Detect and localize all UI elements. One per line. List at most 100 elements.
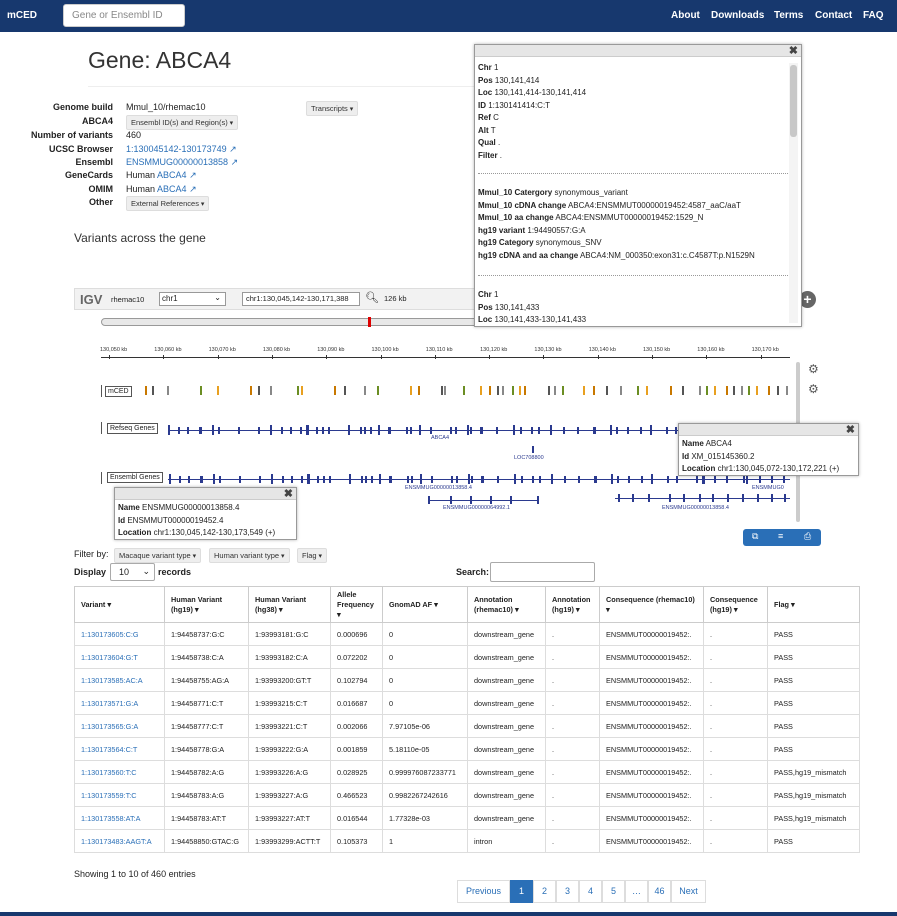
page-length-select[interactable]: 10 ⌄ <box>110 563 155 581</box>
variant-mark[interactable] <box>418 386 420 395</box>
brand-logo[interactable]: mCED <box>7 10 37 21</box>
page-button[interactable]: 1 <box>510 880 533 903</box>
variant-mark[interactable] <box>682 386 684 395</box>
variant-mark[interactable] <box>786 386 788 395</box>
variant-link[interactable]: 1:130173565:G:A <box>74 714 165 738</box>
popup-scrollbar[interactable] <box>789 63 798 323</box>
popup-scroll-thumb[interactable] <box>790 65 797 137</box>
variant-link[interactable]: 1:130173571:G:A <box>74 691 165 715</box>
variant-mark[interactable] <box>524 386 526 395</box>
previous-button[interactable]: Previous <box>457 880 510 903</box>
genecards-link[interactable]: ABCA4 <box>157 170 187 180</box>
variant-mark[interactable] <box>741 386 743 395</box>
variant-mark[interactable] <box>768 386 770 395</box>
variant-mark[interactable] <box>502 386 504 395</box>
variant-mark[interactable] <box>562 386 564 395</box>
variant-mark[interactable] <box>620 386 622 395</box>
variant-mark[interactable] <box>748 386 750 395</box>
variant-mark[interactable] <box>606 386 608 395</box>
table-row[interactable]: 1:130173558:AT:A 1:94458783:AT:T 1:9399322… <box>74 806 860 830</box>
variant-mark[interactable] <box>777 386 779 395</box>
variant-mark[interactable] <box>548 386 550 395</box>
column-header[interactable]: Annotation (rhemac10) ▾ <box>467 586 546 623</box>
variant-mark[interactable] <box>706 386 708 395</box>
table-row[interactable]: 1:130173565:G:A 1:94458777:C:T 1:93993221:… <box>74 714 860 738</box>
variant-popup[interactable]: ✖ Chr 1 Pos 130,141,414 Loc 130,141,414-13… <box>474 44 802 327</box>
gear-icon[interactable]: ⚙ <box>808 382 819 396</box>
gene-search-input[interactable]: Gene or Ensembl ID <box>63 4 185 27</box>
close-icon[interactable]: ✖ <box>846 423 855 436</box>
variant-mark[interactable] <box>646 386 648 395</box>
variant-link[interactable]: 1:130173605:C:G <box>74 622 165 646</box>
human-variant-filter[interactable]: Human variant type <box>209 548 290 563</box>
variant-link[interactable]: 1:130173564:C:T <box>74 737 165 761</box>
transcripts-dropdown[interactable]: Transcripts <box>306 101 359 116</box>
variant-mark[interactable] <box>250 386 252 395</box>
external-references-dropdown[interactable]: External References <box>126 196 210 211</box>
nav-faq-link[interactable]: FAQ <box>863 10 884 21</box>
variant-mark[interactable] <box>583 386 585 395</box>
variant-link[interactable]: 1:130173604:G:T <box>74 645 165 669</box>
variant-mark[interactable] <box>301 386 303 395</box>
variant-mark[interactable] <box>593 386 595 395</box>
variant-mark[interactable] <box>670 386 672 395</box>
column-header[interactable]: Flag ▾ <box>767 586 860 623</box>
search-icon[interactable]: 🔍︎ <box>365 291 379 304</box>
variant-mark[interactable] <box>334 386 336 395</box>
variant-mark[interactable] <box>297 386 299 395</box>
variant-link[interactable]: 1:130173559:T:C <box>74 783 165 807</box>
nav-contact-link[interactable]: Contact <box>815 10 852 21</box>
next-button[interactable]: Next <box>671 880 706 903</box>
column-header[interactable]: Allele Frequency ▾ <box>330 586 383 623</box>
gear-icon[interactable]: ⚙ <box>808 362 819 376</box>
variant-mark[interactable] <box>756 386 758 395</box>
table-row[interactable]: 1:130173604:G:T 1:94458738:C:A 1:93993182:… <box>74 645 860 669</box>
column-header[interactable]: Annotation (hg19) ▾ <box>545 586 600 623</box>
table-row[interactable]: 1:130173559:T:C 1:94458783:A:G 1:93993227:… <box>74 783 860 807</box>
nav-terms-link[interactable]: Terms <box>774 10 803 21</box>
gene-label-abca4[interactable]: ABCA4 <box>431 435 449 441</box>
variant-mark[interactable] <box>344 386 346 395</box>
variant-mark[interactable] <box>145 386 147 395</box>
page-button[interactable]: 5 <box>602 880 625 903</box>
variant-mark[interactable] <box>377 386 379 395</box>
popup-titlebar[interactable]: ✖ <box>475 45 801 57</box>
variant-mark[interactable] <box>463 386 465 395</box>
variant-link[interactable]: 1:130173585:AC:A <box>74 668 165 692</box>
nav-about-link[interactable]: About <box>671 10 700 21</box>
page-button[interactable]: 2 <box>533 880 556 903</box>
chromosome-select[interactable]: chr1 ⌄ <box>159 292 226 306</box>
variant-mark[interactable] <box>554 386 556 395</box>
popup-titlebar[interactable]: ✖ <box>115 488 296 500</box>
copy-icon[interactable]: ⧉ <box>752 531 758 542</box>
table-row[interactable]: 1:130173483:AAGT:A 1:94458850:GTAC:G 1:939… <box>74 829 860 853</box>
table-row[interactable]: 1:130173560:T:C 1:94458782:A:G 1:93993226:… <box>74 760 860 784</box>
variant-mark[interactable] <box>258 386 260 395</box>
gene-label-loc[interactable]: LOC708800 <box>514 455 544 461</box>
table-row[interactable]: 1:130173571:G:A 1:94458771:C:T 1:93993215:… <box>74 691 860 715</box>
column-header[interactable]: Consequence (hg19) ▾ <box>703 586 768 623</box>
variant-mark[interactable] <box>512 386 514 395</box>
variant-link[interactable]: 1:130173483:AAGT:A <box>74 829 165 853</box>
page-button[interactable]: 46 <box>648 880 671 903</box>
variant-mark[interactable] <box>726 386 728 395</box>
ucsc-link[interactable]: 1:130045142-130173749 <box>126 144 227 154</box>
variant-mark[interactable] <box>167 386 169 395</box>
popup-titlebar[interactable]: ✖ <box>679 424 858 436</box>
column-header[interactable]: Human Variant (hg38) ▾ <box>248 586 331 623</box>
print-icon[interactable]: ⎙ <box>804 531 811 542</box>
page-ellipsis[interactable]: … <box>625 880 648 903</box>
variant-mark[interactable] <box>519 386 521 395</box>
gene-label-ensg2[interactable]: ENSMMUG00000064992.1 <box>443 505 510 511</box>
ensembl-popup[interactable]: ✖ Name ENSMMUG00000013858.4 Id ENSMMUT000… <box>114 487 297 540</box>
table-row[interactable]: 1:130173585:AC:A 1:94458755:AG:A 1:9399320… <box>74 668 860 692</box>
variant-link[interactable]: 1:130173558:AT:A <box>74 806 165 830</box>
variant-mark[interactable] <box>364 386 366 395</box>
variant-mark[interactable] <box>217 386 219 395</box>
ensembl-region-dropdown[interactable]: Ensembl ID(s) and Region(s) <box>126 115 239 130</box>
variant-mark[interactable] <box>733 386 735 395</box>
table-search-input[interactable] <box>490 562 595 582</box>
page-button[interactable]: 3 <box>556 880 579 903</box>
page-button[interactable]: 4 <box>579 880 602 903</box>
refseq-popup[interactable]: ✖ Name ABCA4 Id XM_015145360.2 Location ch… <box>678 423 859 476</box>
